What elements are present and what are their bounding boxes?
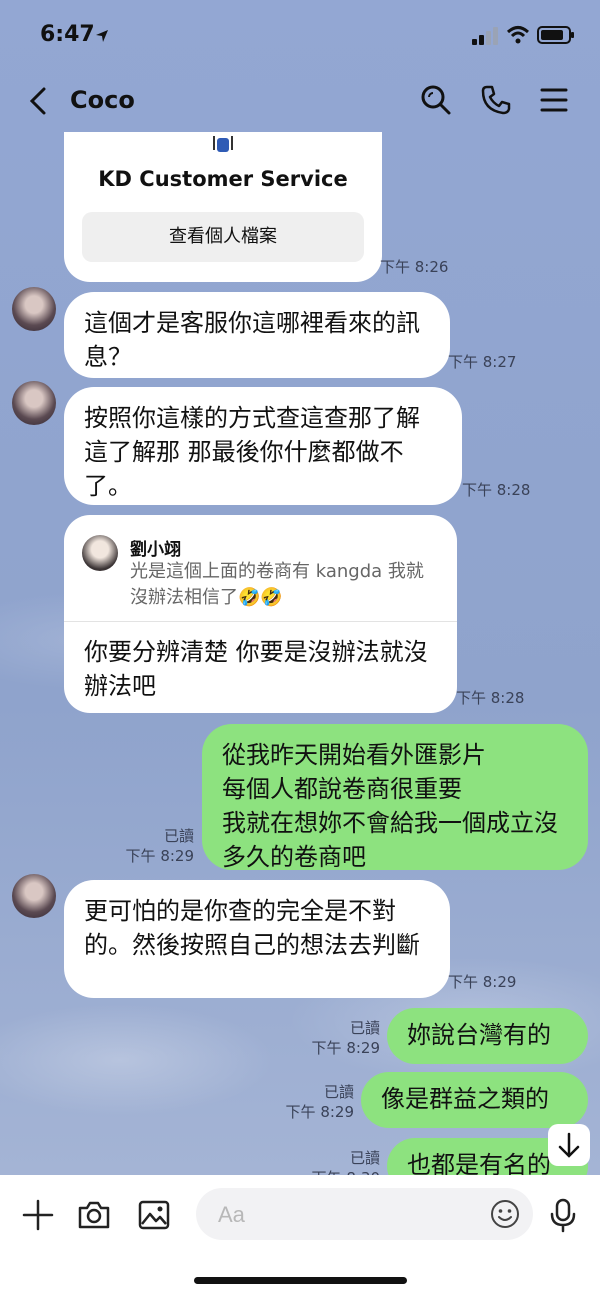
image-icon[interactable] [136, 1197, 172, 1233]
read-label: 已讀 [349, 1019, 380, 1037]
message-input[interactable] [216, 1198, 480, 1232]
card-title: KD Customer Service [98, 167, 348, 191]
quoted-sender-name: 劉小翊 [130, 540, 181, 560]
message-input-bar [0, 1175, 600, 1299]
reply-text: 你要分辨清楚 你要是沒辦法就沒辦法吧 [84, 638, 428, 700]
message-bubble: 像是群益之類的 [361, 1072, 588, 1128]
message-time: 下午 8:29 [125, 847, 194, 865]
message-input-container [196, 1188, 533, 1240]
arrow-down-icon [558, 1132, 580, 1158]
plus-icon[interactable] [20, 1197, 56, 1233]
message-read-status: 已讀 下午 8:29 [274, 1082, 354, 1122]
menu-icon[interactable] [538, 84, 570, 116]
quoted-message[interactable]: 劉小翊 光是這個上面的卷商有 kangda 我就沒辦法相信了🤣🤣 [64, 515, 457, 622]
message-bubble: 這個才是客服你這哪裡看來的訊息？ [64, 292, 450, 378]
emoji-icon[interactable] [489, 1198, 521, 1230]
back-icon[interactable] [24, 86, 54, 116]
phone-icon[interactable] [480, 84, 512, 116]
battery-icon [537, 26, 574, 44]
scroll-to-bottom-button[interactable] [548, 1124, 590, 1166]
status-bar: 6:47 [0, 0, 600, 70]
message-bubble: 妳說台灣有的 [387, 1008, 588, 1064]
location-arrow-icon [96, 30, 108, 42]
message-time: 下午 8:26 [380, 258, 449, 276]
home-indicator [194, 1277, 407, 1284]
reply-message-bubble: 劉小翊 光是這個上面的卷商有 kangda 我就沒辦法相信了🤣🤣 你要分辨清楚 … [64, 515, 457, 713]
message-read-status: 已讀 下午 8:29 [110, 826, 194, 866]
quoted-avatar [82, 535, 118, 571]
wifi-icon [506, 26, 530, 44]
avatar[interactable] [12, 381, 56, 425]
search-icon[interactable] [420, 84, 452, 116]
avatar[interactable] [12, 874, 56, 918]
status-time: 6:47 [40, 22, 95, 47]
avatar[interactable] [12, 287, 56, 331]
contact-card: KD Customer Service 查看個人檔案 [64, 132, 382, 282]
message-time: 下午 8:29 [311, 1039, 380, 1057]
message-bubble: 從我昨天開始看外匯影片 每個人都說卷商很重要 我就在想妳不會給我一個成立沒多久的… [202, 724, 588, 871]
read-label: 已讀 [349, 1149, 380, 1167]
signal-icon [472, 27, 498, 45]
message-time: 下午 8:29 [285, 1103, 354, 1121]
message-bubble: 按照你這樣的方式查這查那了解這了解那 那最後你什麼都做不了。 [64, 387, 462, 505]
profile-sticker-icon [213, 136, 233, 152]
message-time: 下午 8:27 [448, 353, 517, 371]
message-read-status: 已讀 下午 8:29 [300, 1018, 380, 1058]
message-time: 下午 8:28 [456, 689, 525, 707]
message-bubble: 更可怕的是你查的完全是不對的。然後按照自己的想法去判斷 [64, 880, 450, 998]
message-time: 下午 8:28 [462, 481, 531, 499]
chat-title: Coco [70, 86, 135, 114]
read-label: 已讀 [323, 1083, 354, 1101]
quoted-text: 光是這個上面的卷商有 kangda 我就沒辦法相信了🤣🤣 [130, 561, 424, 608]
camera-icon[interactable] [76, 1197, 112, 1233]
view-profile-button[interactable]: 查看個人檔案 [82, 212, 364, 262]
microphone-icon[interactable] [545, 1197, 581, 1233]
chat-header: Coco [0, 70, 600, 132]
read-label: 已讀 [163, 827, 194, 845]
message-time: 下午 8:29 [448, 973, 517, 991]
